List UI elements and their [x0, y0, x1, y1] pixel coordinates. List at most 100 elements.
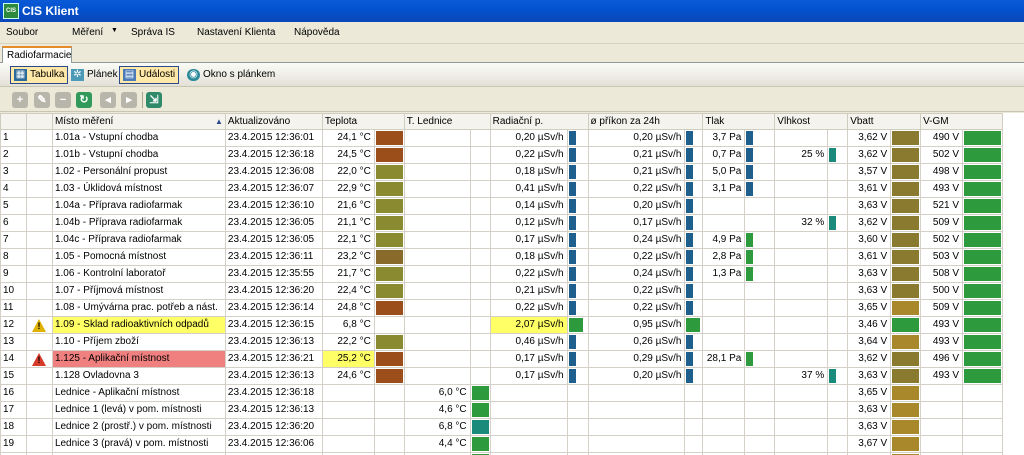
row-index: 15	[0, 367, 27, 385]
cell-press	[702, 384, 746, 402]
header-aktualizovano[interactable]: Aktualizováno	[224, 113, 323, 130]
table-row[interactable]: 8 1.05 - Pomocná místnost 23.4.2015 12:36:…	[0, 248, 1024, 266]
swatch-rad	[566, 180, 589, 198]
header-prikon-24h[interactable]: ø příkon za 24h	[587, 113, 704, 130]
level-swatch	[892, 148, 920, 162]
table-row[interactable]: 13 1.10 - Příjem zboží 23.4.2015 12:36:13 2…	[0, 333, 1024, 351]
level-swatch	[375, 335, 403, 349]
cell-aktualizovano: 23.4.2015 12:36:07	[224, 180, 323, 198]
header-v-gm[interactable]: V-GM	[920, 113, 1003, 130]
forward-icon[interactable]: ▸	[121, 92, 137, 108]
cell-fridge	[403, 367, 471, 385]
level-swatch	[892, 352, 920, 366]
cell-avg: 0,20 µSv/h	[587, 129, 686, 147]
menu-mereni[interactable]: Měření	[72, 27, 103, 38]
back-icon[interactable]: ◂	[100, 92, 116, 108]
add-icon[interactable]: +	[12, 92, 28, 108]
swatch-rad	[566, 350, 589, 368]
remove-icon[interactable]: −	[55, 92, 71, 108]
table-row[interactable]: 1 1.01a - Vstupní chodba 23.4.2015 12:36:0…	[0, 129, 1024, 147]
swatch-hum	[827, 214, 849, 232]
header-radiacni-p[interactable]: Radiační p.	[489, 113, 589, 130]
swatch-press	[744, 333, 776, 351]
cell-hum	[774, 299, 829, 317]
cell-hum	[774, 401, 829, 419]
table-row[interactable]: 19 Lednice 3 (pravá) v pom. místnosti 23.4…	[0, 435, 1024, 453]
row-index: 10	[0, 282, 27, 300]
edit-icon[interactable]: ✎	[34, 92, 50, 108]
cell-avg: 0,21 µSv/h	[587, 146, 686, 164]
menu-soubor[interactable]: Soubor	[6, 27, 38, 38]
header-teplota[interactable]: Teplota	[321, 113, 405, 130]
cell-avg: 0,21 µSv/h	[587, 163, 686, 181]
swatch-avg	[684, 350, 704, 368]
menu-nastaveni-klienta[interactable]: Nastavení Klienta	[197, 27, 275, 38]
menu-sprava-is[interactable]: Správa IS	[131, 27, 175, 38]
table-row[interactable]: 11 1.08 - Umývárna prac. potřeb a nást. 23…	[0, 299, 1024, 317]
table-row[interactable]: 15 1.128 Ovladovna 3 23.4.2015 12:36:13 24,…	[0, 367, 1024, 385]
swatch-temp	[373, 384, 405, 402]
alarm-icon: !	[32, 352, 47, 366]
swatch-vgm	[962, 299, 1003, 317]
table-row[interactable]: 3 1.02 - Personální propust 23.4.2015 12:3…	[0, 163, 1024, 181]
tab-radiofarmacie[interactable]: Radiofarmacie	[2, 46, 72, 64]
header-vbatt[interactable]: Vbatt	[847, 113, 922, 130]
swatch-hum	[827, 197, 849, 215]
swatch-fridge	[469, 401, 491, 419]
cell-vgm: 490 V	[920, 129, 964, 147]
cell-vgm	[920, 401, 964, 419]
table-row[interactable]: 16 Lednice - Aplikační místnost 23.4.2015 …	[0, 384, 1024, 402]
swatch-hum	[827, 384, 849, 402]
swatch-rad	[566, 129, 589, 147]
view-okno-s-plankem-button[interactable]: ◉ Okno s plánkem	[183, 66, 279, 84]
cell-hum	[774, 350, 829, 368]
swatch-press	[744, 197, 776, 215]
header-misto-mereni[interactable]: Místo měření ▲	[51, 113, 226, 130]
header-index[interactable]	[0, 113, 27, 130]
cell-press	[702, 418, 746, 436]
cell-aktualizovano: 23.4.2015 12:36:13	[224, 401, 323, 419]
header-warning[interactable]	[25, 113, 53, 130]
header-vlhkost[interactable]: Vlhkost	[774, 113, 849, 130]
cell-hum	[774, 231, 829, 249]
refresh-icon[interactable]: ↻	[76, 92, 92, 108]
table-row[interactable]: 9 1.06 - Kontrolní laboratoř 23.4.2015 12:…	[0, 265, 1024, 283]
table-row[interactable]: 10 1.07 - Příjmová místnost 23.4.2015 12:3…	[0, 282, 1024, 300]
cell-temp: 24,8 °C	[321, 299, 375, 317]
swatch-rad	[566, 265, 589, 283]
swatch-vbatt	[890, 333, 922, 351]
table-row[interactable]: 5 1.04a - Příprava radiofarmak 23.4.2015 1…	[0, 197, 1024, 215]
view-planek-button[interactable]: ✲ Plánek	[67, 66, 122, 84]
table-row[interactable]: 17 Lednice 1 (levá) v pom. místnosti 23.4.…	[0, 401, 1024, 419]
row-warning: !	[25, 350, 53, 368]
table-row[interactable]: 4 1.03 - Úklidová místnost 23.4.2015 12:36…	[0, 180, 1024, 198]
swatch-press	[744, 163, 776, 181]
menu-dropdown-icon[interactable]: ▼	[111, 27, 118, 34]
cell-temp	[321, 384, 375, 402]
export-icon[interactable]: ⇲	[146, 92, 162, 108]
cell-vgm: 508 V	[920, 265, 964, 283]
table-row[interactable]: 12! 1.09 - Sklad radioaktivních odpadů 23.…	[0, 316, 1024, 334]
table-row[interactable]: 6 1.04b - Příprava radiofarmak 23.4.2015 1…	[0, 214, 1024, 232]
view-udalosti-button[interactable]: ▤ Události	[119, 66, 180, 84]
table-row[interactable]: 2 1.01b - Vstupní chodba 23.4.2015 12:36:1…	[0, 146, 1024, 164]
menu-napoveda[interactable]: Nápověda	[294, 27, 340, 38]
swatch-vbatt	[890, 146, 922, 164]
cell-vgm: 502 V	[920, 146, 964, 164]
cell-aktualizovano: 23.4.2015 12:36:08	[224, 163, 323, 181]
view-tabulka-button[interactable]: ▦ Tabulka	[10, 66, 69, 84]
header-t-lednice[interactable]: T. Lednice	[403, 113, 491, 130]
header-misto-label: Místo měření	[54, 115, 114, 127]
cell-aktualizovano: 23.4.2015 12:35:55	[224, 265, 323, 283]
eye-icon: ◉	[187, 69, 200, 81]
table-row[interactable]: 7 1.04c - Příprava radiofarmak 23.4.2015 1…	[0, 231, 1024, 249]
cell-aktualizovano: 23.4.2015 12:36:18	[224, 146, 323, 164]
swatch-press	[744, 282, 776, 300]
table-row[interactable]: 18 Lednice 2 (prostř.) v pom. místnosti 23…	[0, 418, 1024, 436]
swatch-vbatt	[890, 367, 922, 385]
cell-aktualizovano: 23.4.2015 12:36:20	[224, 282, 323, 300]
level-swatch	[746, 352, 754, 366]
cell-hum: 32 %	[774, 214, 829, 232]
header-tlak[interactable]: Tlak	[702, 113, 776, 130]
table-row[interactable]: 14! 1.125 - Aplikační místnost 23.4.2015 1…	[0, 350, 1024, 368]
